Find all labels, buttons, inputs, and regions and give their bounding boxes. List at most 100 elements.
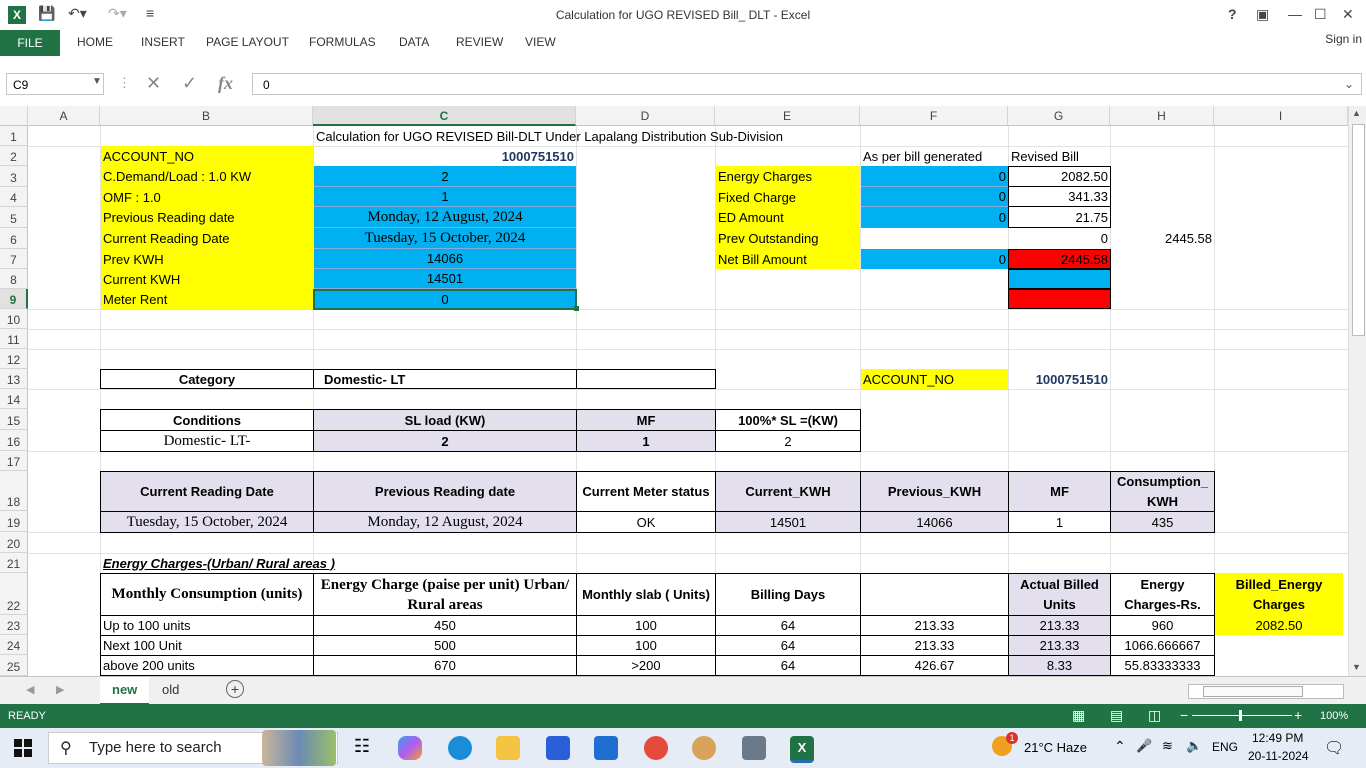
- value-account-no-2[interactable]: 1000751510: [1009, 369, 1110, 389]
- next-sheet-icon[interactable]: ▶: [56, 683, 64, 696]
- value-meter-rent-selected[interactable]: 0: [313, 289, 577, 310]
- expand-formula-icon[interactable]: ⌄: [1344, 77, 1354, 91]
- f-fixed-charge[interactable]: 0: [861, 187, 1008, 207]
- windows-start-icon[interactable]: [14, 739, 32, 757]
- slab-3-days[interactable]: 64: [715, 655, 861, 676]
- calculator-icon[interactable]: [742, 736, 766, 760]
- header-billed-energy-charges[interactable]: Billed_Energy Charges: [1215, 573, 1343, 616]
- row-header-10[interactable]: 10: [0, 309, 28, 329]
- name-box[interactable]: C9: [6, 73, 104, 95]
- label-fixed-charge[interactable]: Fixed Charge: [716, 187, 860, 207]
- clock-date[interactable]: 20-11-2024: [1248, 749, 1309, 763]
- scroll-thumb[interactable]: [1352, 124, 1365, 336]
- f-ed-amount[interactable]: 0: [861, 207, 1008, 228]
- value-previous-reading-date-2[interactable]: Monday, 12 August, 2024: [313, 511, 577, 533]
- edge-browser-icon[interactable]: [448, 736, 472, 760]
- slab-3-units[interactable]: >200: [576, 655, 716, 676]
- header-previous-kwh[interactable]: Previous_KWH: [860, 471, 1009, 512]
- row-header-19[interactable]: 19: [0, 511, 28, 532]
- label-account-no-2[interactable]: ACCOUNT_NO: [861, 369, 1008, 389]
- header-billing-days[interactable]: Billing Days: [715, 573, 861, 616]
- vertical-scrollbar[interactable]: ▲ ▼: [1348, 106, 1366, 676]
- page-break-view-icon[interactable]: ◫: [1148, 707, 1161, 724]
- row-header-17[interactable]: 17: [0, 451, 28, 471]
- header-monthly-slab[interactable]: Monthly slab ( Units): [576, 573, 716, 616]
- tab-file[interactable]: FILE: [0, 30, 60, 56]
- zoom-level[interactable]: 100%: [1320, 710, 1348, 722]
- column-header-h[interactable]: H: [1110, 106, 1214, 126]
- slab-2-charges[interactable]: 1066.666667: [1110, 635, 1215, 656]
- maximize-button[interactable]: ☐: [1314, 6, 1327, 23]
- slab-2-billed-units[interactable]: 213.33: [1008, 635, 1111, 656]
- value-mf[interactable]: 1: [576, 430, 716, 452]
- sheet-tab-old[interactable]: old: [150, 677, 191, 703]
- slab-2-units[interactable]: 100: [576, 635, 716, 656]
- file-explorer-icon[interactable]: [496, 736, 520, 760]
- label-ed-amount[interactable]: ED Amount: [716, 207, 860, 228]
- ribbon-display-icon[interactable]: ▣: [1256, 6, 1269, 23]
- value-category[interactable]: Domestic- LT: [313, 369, 577, 389]
- horizontal-scrollbar[interactable]: [1188, 684, 1344, 699]
- excel-taskbar-icon[interactable]: X: [790, 736, 814, 763]
- search-highlight-image[interactable]: [262, 730, 336, 766]
- g9-red-cell[interactable]: [1008, 289, 1111, 309]
- column-header-f[interactable]: F: [860, 106, 1008, 126]
- tab-view[interactable]: VIEW: [525, 35, 556, 49]
- minimize-button[interactable]: —: [1288, 6, 1302, 22]
- language-indicator[interactable]: ENG: [1212, 740, 1238, 754]
- slab-2-prorated[interactable]: 213.33: [860, 635, 1009, 656]
- row-header-13[interactable]: 13: [0, 369, 28, 389]
- row-header-7[interactable]: 7: [0, 249, 28, 269]
- g-ed-amount[interactable]: 21.75: [1008, 206, 1111, 228]
- row-header-25[interactable]: 25: [0, 655, 28, 676]
- app-icon-red[interactable]: [644, 736, 668, 760]
- cancel-icon[interactable]: ✕: [146, 73, 161, 94]
- tab-formulas[interactable]: FORMULAS: [309, 35, 376, 49]
- value-mf-2[interactable]: 1: [1008, 511, 1111, 533]
- header-current-kwh[interactable]: Current_KWH: [715, 471, 861, 512]
- microsoft-store-icon[interactable]: [546, 736, 570, 760]
- value-previous-kwh-2[interactable]: 14066: [860, 511, 1009, 533]
- header-revised-bill[interactable]: Revised Bill: [1009, 146, 1110, 166]
- value-current-reading-date[interactable]: Tuesday, 15 October, 2024: [314, 228, 576, 249]
- slab-1-label[interactable]: Up to 100 units: [100, 615, 314, 636]
- row-header-11[interactable]: 11: [0, 329, 28, 349]
- mail-icon[interactable]: [594, 736, 618, 760]
- header-previous-reading-date[interactable]: Previous Reading date: [313, 471, 577, 512]
- g-prev-outstanding[interactable]: 0: [1009, 228, 1110, 249]
- value-current-kwh-2[interactable]: 14501: [715, 511, 861, 533]
- value-prev-reading-date[interactable]: Monday, 12 August, 2024: [314, 207, 576, 228]
- tab-insert[interactable]: INSERT: [141, 35, 185, 49]
- normal-view-icon[interactable]: ▦: [1072, 707, 1085, 724]
- billed-energy-total[interactable]: 2082.50: [1215, 615, 1343, 635]
- label-prev-kwh[interactable]: Prev KWH: [101, 249, 313, 269]
- row-header-15[interactable]: 15: [0, 409, 28, 430]
- value-contract-demand[interactable]: 2: [314, 166, 576, 187]
- slab-3-billed-units[interactable]: 8.33: [1008, 655, 1111, 676]
- slab-1-billed-units[interactable]: 213.33: [1008, 615, 1111, 636]
- header-actual-billed-units[interactable]: Actual Billed Units: [1008, 573, 1111, 616]
- notifications-icon[interactable]: 🗨: [1324, 738, 1344, 758]
- slab-3-rate[interactable]: 670: [313, 655, 577, 676]
- header-energy-charge-paise[interactable]: Energy Charge (paise per unit) Urban/ Ru…: [313, 573, 577, 616]
- row-header-20[interactable]: 20: [0, 532, 28, 553]
- row-header-2[interactable]: 2: [0, 146, 28, 166]
- h6-total[interactable]: 2445.58: [1111, 228, 1214, 249]
- slab-2-label[interactable]: Next 100 Unit: [100, 635, 314, 656]
- header-current-meter-status[interactable]: Current Meter status: [576, 471, 716, 512]
- header-mf-2[interactable]: MF: [1008, 471, 1111, 512]
- add-sheet-icon[interactable]: +: [226, 680, 244, 698]
- header-conditions[interactable]: Conditions: [100, 409, 314, 431]
- tab-review[interactable]: REVIEW: [456, 35, 503, 49]
- enter-icon[interactable]: ✓: [182, 73, 197, 94]
- value-account-no[interactable]: 1000751510: [314, 146, 576, 166]
- label-omf[interactable]: OMF : 1.0: [101, 187, 313, 207]
- label-energy-charges[interactable]: Energy Charges: [716, 166, 860, 187]
- close-button[interactable]: ✕: [1342, 6, 1354, 23]
- row-header-6[interactable]: 6: [0, 228, 28, 249]
- zoom-out-icon[interactable]: −: [1180, 707, 1188, 723]
- header-sl-kw[interactable]: 100%* SL =(KW): [715, 409, 861, 431]
- slab-1-units[interactable]: 100: [576, 615, 716, 636]
- g8-blue-cell[interactable]: [1008, 269, 1111, 289]
- label-contract-demand[interactable]: C.Demand/Load : 1.0 KW: [101, 166, 313, 187]
